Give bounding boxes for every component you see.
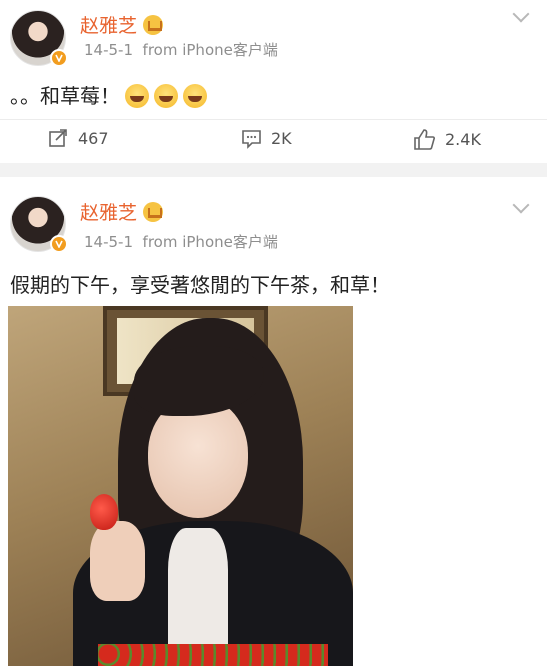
weibo-post: 赵雅芝 14-5-1 from iPhone客户端 。。和草莓！ 467 2K …: [0, 0, 547, 163]
face: [148, 398, 248, 518]
post-timestamp: 14-5-1: [84, 41, 133, 59]
strawberry: [90, 494, 118, 530]
post-source: from iPhone客户端: [142, 233, 278, 251]
repost-button[interactable]: 467: [48, 128, 109, 149]
post-photo[interactable]: [8, 306, 353, 666]
grin-sweat-emoji: [154, 83, 178, 108]
username[interactable]: 赵雅芝: [80, 15, 137, 37]
comment-count: 2K: [271, 129, 292, 148]
grin-sweat-emoji: [183, 83, 207, 108]
post-meta: 14-5-1 from iPhone客户端: [84, 231, 278, 252]
chevron-down-icon[interactable]: [512, 5, 530, 23]
post-source: from iPhone客户端: [142, 41, 278, 59]
repost-icon: [49, 129, 67, 147]
post-meta: 14-5-1 from iPhone客户端: [84, 39, 278, 60]
post-text: 。。和草莓！: [10, 84, 120, 108]
verified-icon: [50, 235, 68, 253]
member-crown-icon: [143, 14, 164, 35]
avatar[interactable]: [10, 10, 68, 67]
member-crown-icon: [143, 201, 164, 222]
grin-emoji: [125, 83, 149, 108]
repost-count: 467: [78, 129, 109, 148]
username-line[interactable]: 赵雅芝: [80, 11, 164, 38]
thumbs-up-icon: [414, 129, 435, 150]
post-text: 假期的下午，享受著悠閒的下午茶，和草！: [10, 273, 390, 297]
post-timestamp: 14-5-1: [84, 233, 133, 251]
avatar[interactable]: [10, 196, 68, 253]
strawberry-tray: [98, 644, 328, 666]
post-text-line: 。。和草莓！: [10, 80, 207, 110]
hand: [90, 521, 145, 601]
weibo-post: 赵雅芝 14-5-1 from iPhone客户端 假期的下午，享受著悠閒的下午…: [0, 177, 547, 666]
comment-button[interactable]: 2K: [241, 128, 292, 149]
divider: [0, 119, 547, 120]
username[interactable]: 赵雅芝: [80, 202, 137, 224]
comment-icon: [242, 130, 261, 149]
verified-icon: [50, 49, 68, 67]
chevron-down-icon[interactable]: [512, 196, 530, 214]
like-count: 2.4K: [445, 130, 481, 149]
like-button[interactable]: 2.4K: [413, 128, 481, 151]
username-line[interactable]: 赵雅芝: [80, 198, 164, 225]
